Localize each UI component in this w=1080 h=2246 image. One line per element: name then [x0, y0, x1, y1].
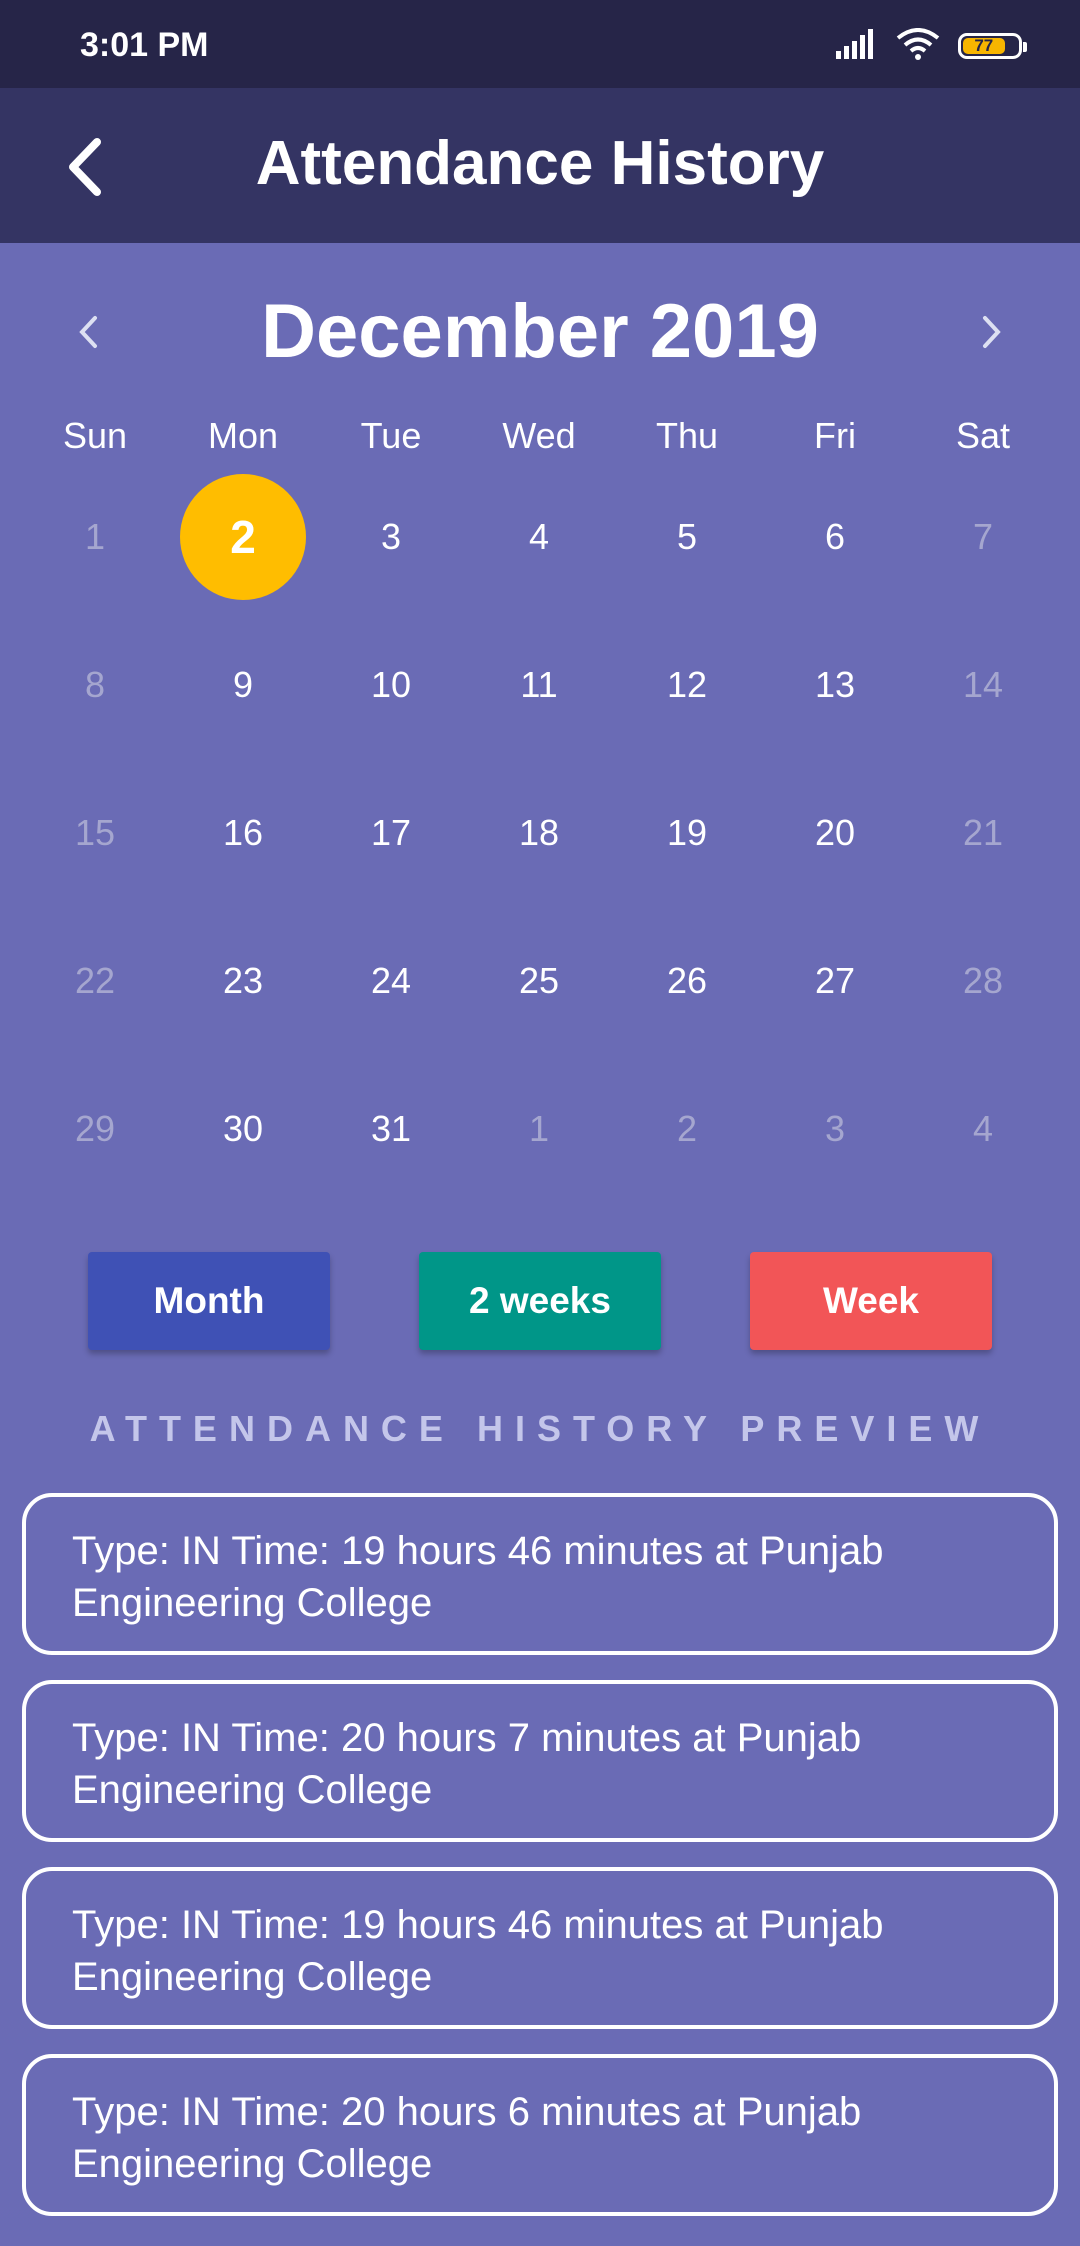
- status-time: 3:01 PM: [80, 26, 209, 64]
- status-bar: 3:01 PM 77: [0, 0, 1080, 88]
- calendar-day[interactable]: 28: [920, 918, 1046, 1044]
- next-month-button[interactable]: [970, 306, 1014, 358]
- calendar-day-selected[interactable]: 2: [180, 474, 306, 600]
- calendar-day[interactable]: 17: [328, 770, 454, 896]
- calendar-day[interactable]: 15: [32, 770, 158, 896]
- calendar-day[interactable]: 16: [180, 770, 306, 896]
- weekday-tue: Tue: [360, 415, 422, 456]
- calendar-day[interactable]: 20: [772, 770, 898, 896]
- calendar-day[interactable]: 7: [920, 474, 1046, 600]
- calendar-day[interactable]: 6: [772, 474, 898, 600]
- calendar-day[interactable]: 24: [328, 918, 454, 1044]
- calendar-day[interactable]: 26: [624, 918, 750, 1044]
- battery-icon: 77: [958, 33, 1027, 59]
- history-item[interactable]: Type: IN Time: 20 hours 6 minutes at Pun…: [22, 2054, 1058, 2216]
- history-item[interactable]: Type: IN Time: 19 hours 46 minutes at Pu…: [22, 1867, 1058, 2029]
- calendar-day[interactable]: 27: [772, 918, 898, 1044]
- calendar-day[interactable]: 4: [476, 474, 602, 600]
- calendar-day[interactable]: 30: [180, 1066, 306, 1192]
- calendar-day[interactable]: 12: [624, 622, 750, 748]
- calendar-day[interactable]: 1: [476, 1066, 602, 1192]
- calendar-day[interactable]: 2: [624, 1066, 750, 1192]
- status-icons: 77: [836, 26, 1027, 66]
- battery-level: 77: [974, 36, 994, 55]
- weekday-thu: Thu: [655, 415, 719, 456]
- calendar-day[interactable]: 25: [476, 918, 602, 1044]
- month-button[interactable]: Month: [88, 1252, 330, 1350]
- week-button[interactable]: Week: [750, 1252, 992, 1350]
- calendar-day[interactable]: 22: [32, 918, 158, 1044]
- calendar-day[interactable]: 10: [328, 622, 454, 748]
- month-title: December 2019: [261, 289, 819, 374]
- page-title: Attendance History: [255, 129, 825, 198]
- calendar-day[interactable]: 29: [32, 1066, 158, 1192]
- calendar-day[interactable]: 8: [32, 622, 158, 748]
- weekday-sun: Sun: [62, 415, 128, 456]
- weekday-fri: Fri: [814, 415, 856, 456]
- calendar-day[interactable]: 1: [32, 474, 158, 600]
- calendar-day[interactable]: 5: [624, 474, 750, 600]
- history-item[interactable]: Type: IN Time: 19 hours 46 minutes at Pu…: [22, 1493, 1058, 1655]
- chevron-right-icon: [983, 316, 1001, 348]
- two-weeks-button[interactable]: 2 weeks: [419, 1252, 661, 1350]
- wifi-icon: [896, 27, 940, 65]
- calendar-day[interactable]: 21: [920, 770, 1046, 896]
- calendar-day[interactable]: 11: [476, 622, 602, 748]
- calendar-day[interactable]: 18: [476, 770, 602, 896]
- calendar-day[interactable]: 14: [920, 622, 1046, 748]
- calendar-day[interactable]: 23: [180, 918, 306, 1044]
- calendar-day[interactable]: 19: [624, 770, 750, 896]
- calendar-day[interactable]: 4: [920, 1066, 1046, 1192]
- section-label: ATTENDANCE HISTORY PREVIEW: [89, 1408, 991, 1449]
- history-item[interactable]: Type: IN Time: 20 hours 7 minutes at Pun…: [22, 1680, 1058, 1842]
- weekday-mon: Mon: [207, 415, 279, 456]
- app-bar: Attendance History: [0, 88, 1080, 243]
- weekday-sat: Sat: [955, 415, 1011, 456]
- calendar-day[interactable]: 13: [772, 622, 898, 748]
- signal-icon: [836, 28, 878, 64]
- calendar-day[interactable]: 3: [772, 1066, 898, 1192]
- calendar-day[interactable]: 31: [328, 1066, 454, 1192]
- weekday-wed: Wed: [502, 415, 576, 456]
- calendar-day[interactable]: 9: [180, 622, 306, 748]
- calendar-day[interactable]: 3: [328, 474, 454, 600]
- month-header: December 2019: [0, 280, 1080, 380]
